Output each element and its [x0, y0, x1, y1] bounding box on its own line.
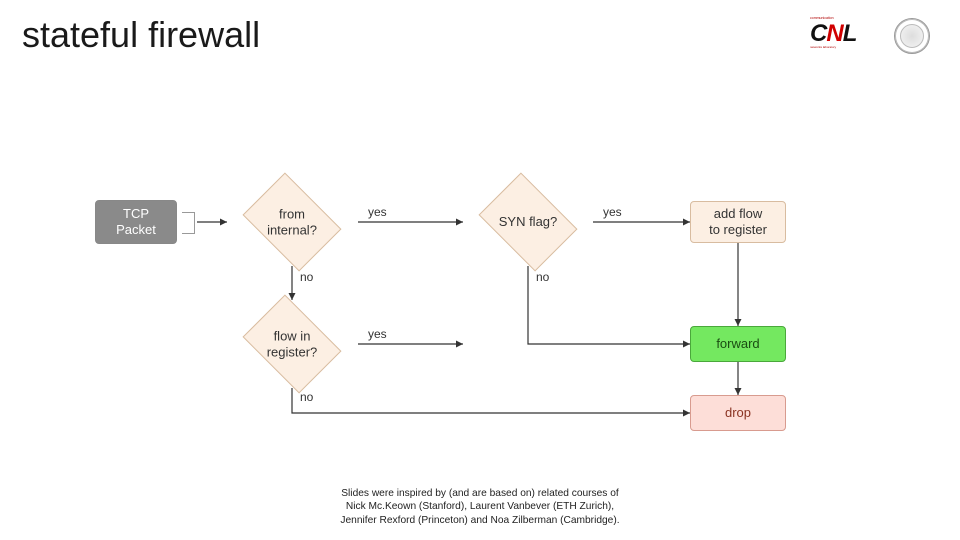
footer-attribution: Slides were inspired by (and are based o… [0, 487, 960, 528]
decision-syn-flag-label: SYN flag? [499, 214, 558, 230]
decision-from-internal: from internal? [227, 178, 357, 266]
flow-arrows [0, 0, 960, 540]
flowchart-diagram: TCP Packet from internal? SYN flag? flow… [0, 0, 960, 540]
footer-line-2: Nick Mc.Keown (Stanford), Laurent Vanbev… [0, 500, 960, 514]
node-drop: drop [690, 395, 786, 431]
edge-syn-yes: yes [603, 205, 622, 219]
node-forward: forward [690, 326, 786, 362]
node-tcp-packet: TCP Packet [95, 200, 177, 244]
footer-line-1: Slides were inspired by (and are based o… [0, 487, 960, 501]
node-add-flow: add flow to register [690, 201, 786, 243]
decision-from-internal-label: from internal? [267, 206, 317, 237]
edge-internal-yes: yes [368, 205, 387, 219]
edge-register-yes: yes [368, 327, 387, 341]
edge-register-no: no [300, 390, 313, 404]
start-bracket-icon [182, 212, 195, 234]
decision-flow-in-register: flow in register? [227, 300, 357, 388]
decision-flow-in-register-label: flow in register? [267, 328, 318, 359]
edge-syn-no: no [536, 270, 549, 284]
edge-internal-no: no [300, 270, 313, 284]
decision-syn-flag: SYN flag? [463, 178, 593, 266]
footer-line-3: Jennifer Rexford (Princeton) and Noa Zil… [0, 514, 960, 528]
